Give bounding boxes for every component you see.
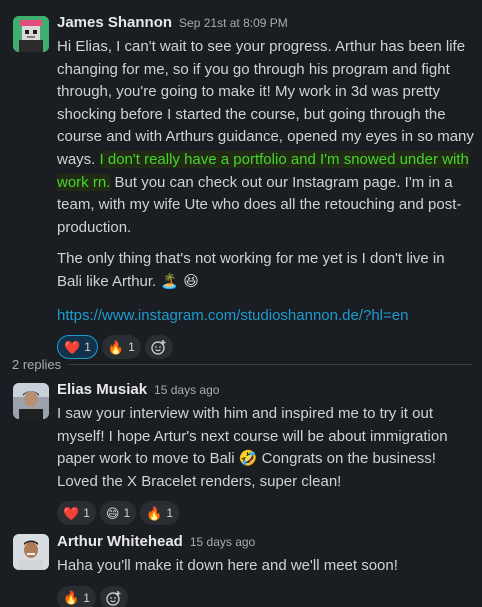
fire-emoji-icon: 🔥 bbox=[146, 505, 163, 521]
message-line: Hi Elias, I can't wait to see your progr… bbox=[57, 38, 466, 55]
message-line: myself! I hope Artur's next course will … bbox=[57, 427, 448, 445]
highlighted-text: work rn. bbox=[57, 173, 111, 191]
reaction-count: 1 bbox=[84, 340, 91, 355]
pixel-avatar-icon bbox=[13, 16, 49, 52]
message-line: through, you're going to make it! My wor… bbox=[57, 83, 441, 101]
author-name[interactable]: James Shannon bbox=[57, 14, 172, 31]
fire-emoji-icon: 🔥 bbox=[63, 590, 80, 606]
reactions-bar: ❤️ 1 😄 1 🔥 1 bbox=[57, 501, 477, 526]
timestamp[interactable]: Sep 21st at 8:09 PM bbox=[179, 16, 288, 30]
timestamp[interactable]: 15 days ago bbox=[154, 383, 219, 397]
message-line: work rn. But you can check out our Insta… bbox=[57, 172, 477, 195]
user-photo-icon bbox=[13, 383, 49, 419]
message-line: shocking before I started the course, bu… bbox=[57, 105, 446, 123]
author-name[interactable]: Arthur Whitehead bbox=[57, 533, 183, 550]
message-line: paper work to move to Bali 🤣 Congrats on… bbox=[57, 450, 436, 468]
replies-count[interactable]: 2 replies bbox=[12, 357, 61, 372]
avatar-james-shannon[interactable] bbox=[13, 16, 49, 52]
reply-message[interactable]: Elias Musiak 15 days ago I saw your inte… bbox=[0, 378, 482, 526]
reaction-count: 1 bbox=[123, 506, 131, 521]
thread-view: James Shannon Sep 21st at 8:09 PM Hi Eli… bbox=[0, 0, 482, 607]
reaction-smile[interactable]: 😄 1 bbox=[99, 501, 137, 526]
message-text: I saw your interview with him and inspir… bbox=[57, 403, 477, 493]
add-reaction-button[interactable] bbox=[144, 335, 173, 360]
message-line: team, with my wife Ute who does all the … bbox=[57, 196, 462, 214]
divider-line bbox=[69, 364, 472, 365]
author-name[interactable]: Elias Musiak bbox=[57, 381, 147, 398]
reaction-count: 1 bbox=[128, 340, 135, 355]
reaction-fire[interactable]: 🔥 1 bbox=[101, 335, 141, 360]
message-line: I saw your interview with him and inspir… bbox=[57, 405, 433, 422]
reaction-count: 1 bbox=[83, 590, 90, 605]
instagram-link[interactable]: https://www.instagram.com/studioshannon.… bbox=[57, 307, 408, 324]
fire-emoji-icon: 🔥 bbox=[107, 339, 125, 355]
parent-message[interactable]: James Shannon Sep 21st at 8:09 PM Hi Eli… bbox=[0, 0, 482, 360]
message-text-plain: Bali like Arthur. bbox=[57, 272, 161, 290]
message-line: Loved the X Bracelet renders, super clea… bbox=[57, 472, 342, 490]
reaction-fire[interactable]: 🔥 1 bbox=[140, 501, 179, 526]
message-line: Haha you'll make it down here and we'll … bbox=[57, 557, 398, 574]
message-line: The only thing that's not working for me… bbox=[57, 250, 445, 268]
heart-emoji-icon: ❤️ bbox=[63, 505, 80, 521]
avatar-elias-musiak[interactable] bbox=[13, 383, 49, 419]
highlighted-text: I don't really have a portfolio and I'm … bbox=[99, 150, 469, 168]
message-paragraph: The only thing that's not working for me… bbox=[57, 248, 477, 293]
message-text: Haha you'll make it down here and we'll … bbox=[57, 555, 477, 578]
message-text-plain: But you can check out our Instagram page… bbox=[110, 173, 453, 191]
message-text: Hi Elias, I can't wait to see your progr… bbox=[57, 36, 477, 327]
avatar-arthur-whitehead[interactable] bbox=[13, 534, 49, 570]
link-line: https://www.instagram.com/studioshannon.… bbox=[57, 305, 477, 328]
reaction-count: 1 bbox=[83, 506, 90, 521]
replies-divider: 2 replies bbox=[12, 357, 472, 372]
message-line: ways. I don't really have a portfolio an… bbox=[57, 149, 477, 172]
add-reaction-icon bbox=[151, 340, 166, 355]
message-line: Bali like Arthur. 🏝️ 😆 bbox=[57, 271, 477, 294]
message-line: changing for me, so if you go through hi… bbox=[57, 60, 450, 78]
smile-emoji-icon: 😄 bbox=[105, 505, 120, 521]
add-reaction-button[interactable] bbox=[99, 585, 128, 607]
reaction-heart[interactable]: ❤️ 1 bbox=[57, 501, 96, 526]
user-photo-icon bbox=[13, 534, 49, 570]
reactions-bar: ❤️ 1 🔥 1 bbox=[57, 335, 477, 360]
reaction-count: 1 bbox=[166, 506, 173, 521]
message-text-plain: ways. bbox=[57, 150, 100, 168]
reactions-bar: 🔥 1 bbox=[57, 585, 477, 607]
emoji-island-laugh: 🏝️ 😆 bbox=[160, 272, 199, 290]
add-reaction-icon bbox=[106, 590, 121, 606]
timestamp[interactable]: 15 days ago bbox=[190, 535, 255, 549]
message-line: production. bbox=[57, 218, 132, 236]
message-line: course and with Arthurs guidance, opened… bbox=[57, 128, 474, 146]
reply-message[interactable]: Arthur Whitehead 15 days ago Haha you'll… bbox=[0, 530, 482, 607]
heart-emoji-icon: ❤️ bbox=[64, 339, 81, 355]
reaction-fire[interactable]: 🔥 1 bbox=[57, 585, 96, 607]
reaction-heart[interactable]: ❤️ 1 bbox=[57, 335, 98, 360]
